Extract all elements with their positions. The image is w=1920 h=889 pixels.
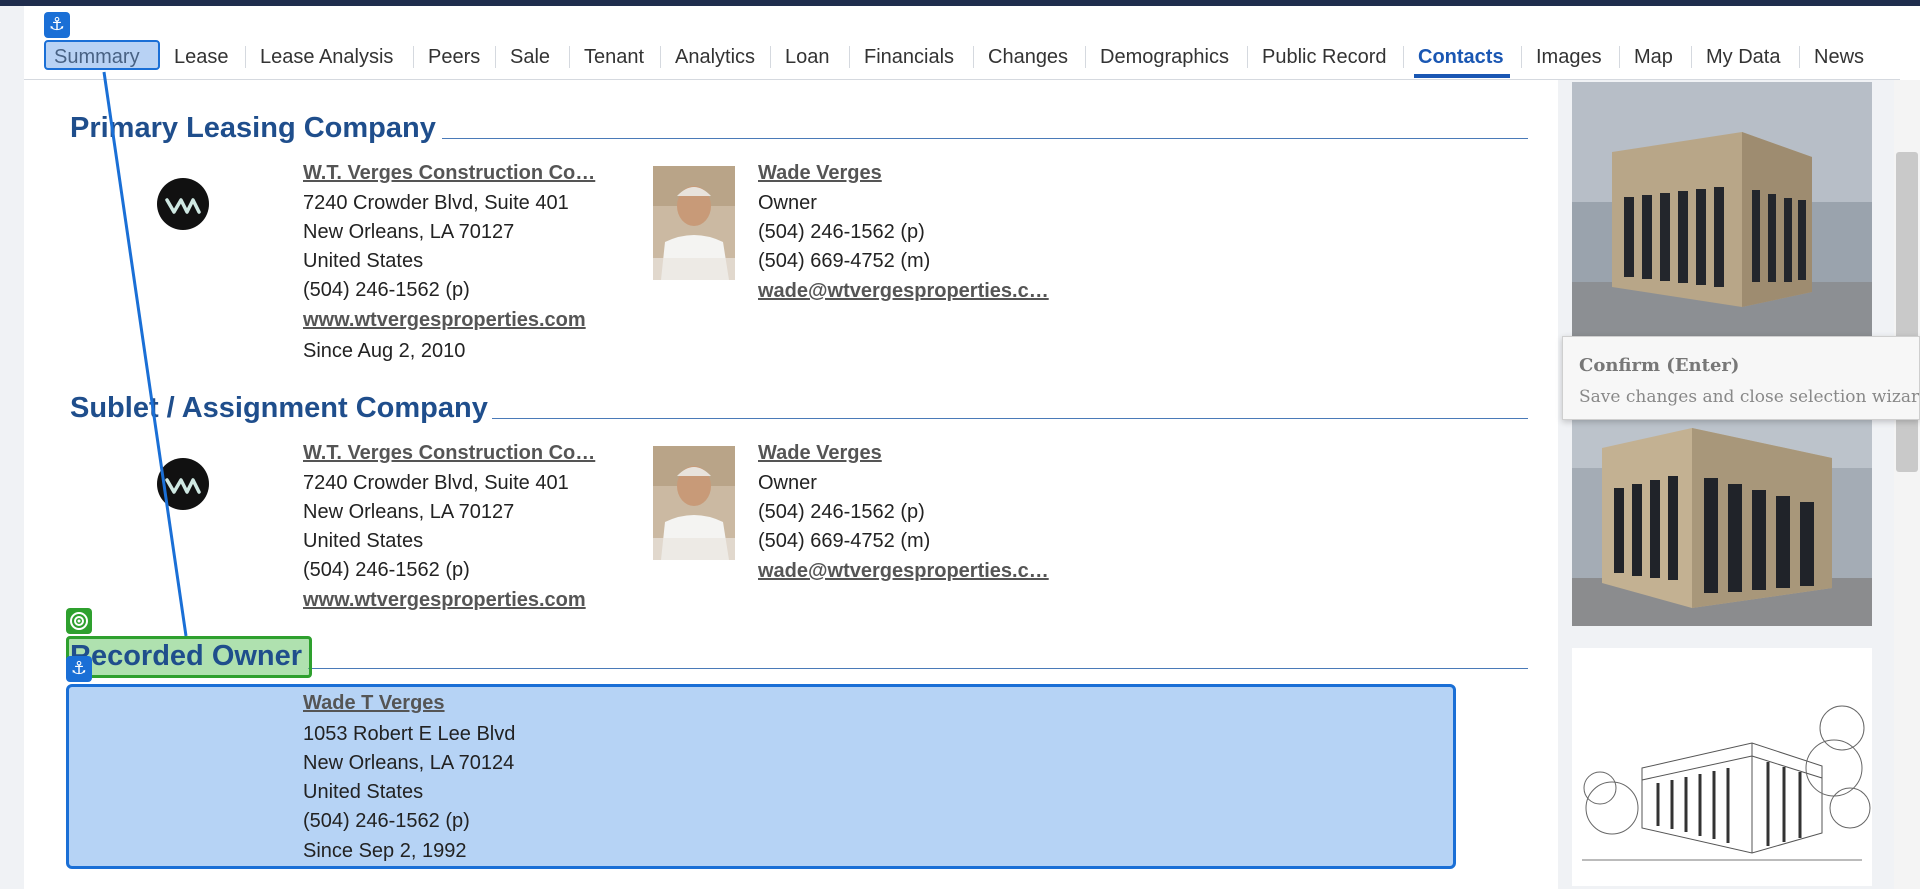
scrollbar-thumb[interactable] [1896, 152, 1918, 472]
tooltip-title: Confirm (Enter) [1579, 355, 1740, 376]
building-sketch[interactable] [1572, 648, 1872, 886]
anchor-icon[interactable]: ⚓ [44, 12, 70, 38]
building-photo-1[interactable] [1572, 82, 1872, 342]
tooltip-text: Save changes and close selection wizard. [1579, 387, 1920, 407]
building-photo-2[interactable] [1572, 418, 1872, 626]
summary-tab-selection[interactable] [44, 40, 160, 70]
confirm-tooltip: Confirm (Enter) Save changes and close s… [1562, 336, 1920, 420]
